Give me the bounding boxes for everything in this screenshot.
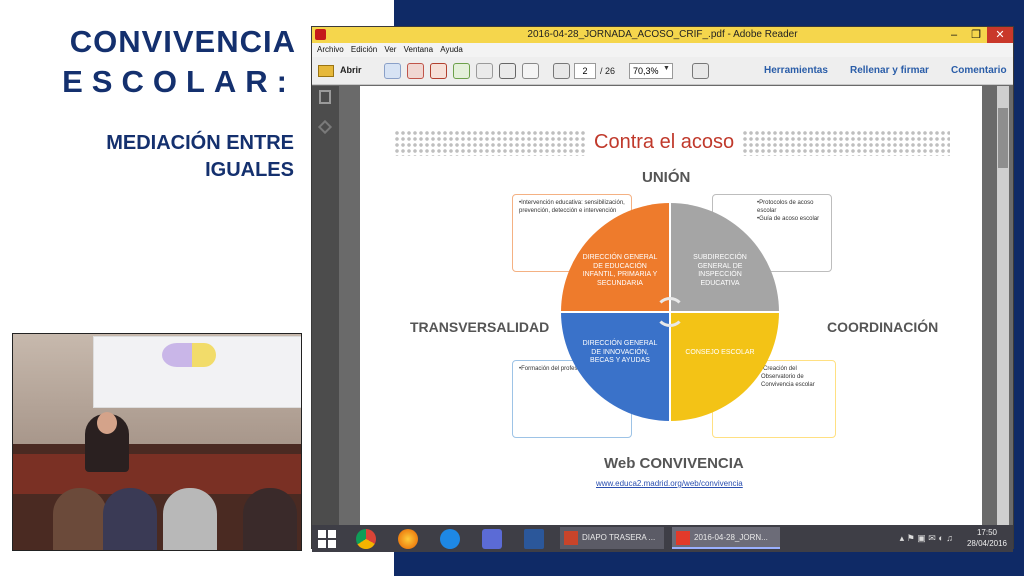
clock[interactable]: 17:50 28/04/2016 [967, 527, 1007, 549]
cycle-arrows-icon [655, 297, 685, 327]
cloud-upload-icon[interactable] [453, 63, 470, 79]
label-transversalidad: TRANSVERSALIDAD [410, 319, 550, 335]
label-web-convivencia: Web CONVIVENCIA [604, 455, 744, 472]
open-button[interactable]: Abrir [340, 65, 362, 83]
camera-projection-screen [93, 336, 301, 408]
adobe-reader-window: 2016-04-28_JORNADA_ACOSO_CRIF_.pdf - Ado… [311, 26, 1014, 549]
camera-speaker-head [97, 412, 117, 434]
menu-archivo[interactable]: Archivo [317, 43, 344, 57]
slide-title-line1: CONVIVENCIA [69, 24, 296, 59]
camera-screen-chart [192, 343, 216, 367]
page-number-input[interactable]: 2 [574, 63, 596, 79]
taskbar: DIAPO TRASERA ... 2016-04-28_JORN... ▴ ⚑… [312, 525, 1013, 552]
export-pdf-icon[interactable] [430, 63, 447, 79]
fill-sign-button[interactable]: Rellenar y firmar [850, 65, 929, 76]
taskbar-adobe-reader[interactable]: 2016-04-28_JORN... [672, 527, 780, 549]
folder-icon[interactable] [318, 65, 334, 77]
slide-subtitle: MEDIACIÓN ENTRE IGUALES [106, 130, 294, 184]
navigation-sidebar [312, 86, 339, 525]
window-titlebar[interactable]: 2016-04-28_JORNADA_ACOSO_CRIF_.pdf - Ado… [312, 27, 1013, 43]
read-mode-icon[interactable] [692, 63, 709, 79]
adobe-reader-icon [676, 531, 690, 545]
slide-subtitle-line2: IGUALES [205, 159, 294, 181]
camera-screen-chart [162, 343, 192, 367]
windows-logo-icon [318, 530, 326, 538]
taskbar-adobe-reader-label: 2016-04-28_JORN... [694, 533, 768, 542]
quadrant-consejo: CONSEJO ESCOLAR [671, 313, 779, 421]
print-icon[interactable] [499, 63, 516, 79]
quadrant-innovacion: DIRECCIÓN GENERAL DE INNOVACIÓN, BECAS Y… [561, 313, 669, 421]
system-tray-icons[interactable]: ▴ ⚑ ▣ ✉ ◐ ♫ [900, 533, 953, 544]
zoom-dropdown-icon[interactable]: ▼ [663, 65, 670, 72]
menu-ayuda[interactable]: Ayuda [440, 43, 463, 57]
word-icon[interactable] [524, 529, 544, 549]
clock-date: 28/04/2016 [966, 539, 1007, 548]
scrollbar-thumb[interactable] [998, 108, 1008, 168]
firefox-icon[interactable] [398, 529, 418, 549]
label-union: UNIÓN [642, 169, 691, 186]
audience-member [103, 488, 157, 550]
camera-feed [12, 333, 302, 551]
comment-button[interactable]: Comentario [951, 65, 1007, 76]
windows-logo-icon [328, 540, 336, 548]
tools-button[interactable]: Herramientas [764, 65, 828, 76]
camera-speaker [85, 412, 129, 472]
audience-member [243, 488, 297, 550]
previous-page-icon[interactable] [553, 63, 570, 79]
chrome-icon[interactable] [356, 529, 376, 549]
menu-bar: Archivo Edición Ver Ventana Ayuda [312, 43, 1013, 57]
quadrant-inspeccion: SUBDIRECCIÓN GENERAL DE INSPECCIÓN EDUCA… [671, 203, 779, 311]
document-title: Contra el acoso [594, 131, 735, 153]
pdf-page: Contra el acoso UNIÓN TRANSVERSALIDAD CO… [360, 86, 982, 525]
slide-title: CONVIVENCIA ESCOLAR: [62, 24, 296, 100]
quadrant-educacion: DIRECCIÓN GENERAL DE EDUCACIÓN INFANTIL,… [561, 203, 669, 311]
toolbar: Abrir 2 / 26 70,3% ▼ Herramientas Rellen… [312, 57, 1013, 85]
taskbar-powerpoint-label: DIAPO TRASERA ... [582, 533, 656, 542]
label-coordinacion: COORDINACIÓN [827, 319, 939, 335]
page-total: / 26 [600, 66, 616, 76]
windows-logo-icon [318, 540, 326, 548]
start-button[interactable] [318, 530, 336, 548]
minimize-button[interactable]: – [943, 27, 965, 43]
menu-ventana[interactable]: Ventana [404, 43, 433, 57]
audience-member [53, 488, 107, 550]
edit-pdf-icon[interactable] [407, 63, 424, 79]
windows-logo-icon [328, 530, 336, 538]
slide-title-line2: ESCOLAR: [62, 64, 296, 99]
audience-member [163, 488, 217, 550]
create-pdf-icon[interactable] [384, 63, 401, 79]
close-button[interactable]: ✕ [987, 27, 1013, 43]
vertical-scrollbar[interactable] [997, 86, 1009, 525]
save-icon[interactable] [476, 63, 493, 79]
maximize-button[interactable]: ❐ [965, 27, 987, 43]
camera-audience [13, 470, 301, 550]
convivencia-link[interactable]: www.educa2.madrid.org/web/convivencia [596, 479, 743, 488]
menu-edicion[interactable]: Edición [351, 43, 377, 57]
attachments-icon[interactable] [317, 119, 333, 135]
taskbar-powerpoint[interactable]: DIAPO TRASERA ... [560, 527, 664, 549]
powerpoint-icon [564, 531, 578, 545]
internet-explorer-icon[interactable] [440, 529, 460, 549]
clock-time: 17:50 [976, 528, 997, 537]
menu-ver[interactable]: Ver [384, 43, 396, 57]
slide-subtitle-line1: MEDIACIÓN ENTRE [106, 132, 294, 154]
decorative-dots-left [394, 130, 586, 156]
email-icon[interactable] [522, 63, 539, 79]
page-thumbnails-icon[interactable] [319, 90, 331, 104]
decorative-dots-right [742, 130, 950, 156]
settings-icon[interactable] [482, 529, 502, 549]
window-title: 2016-04-28_JORNADA_ACOSO_CRIF_.pdf - Ado… [527, 29, 798, 40]
